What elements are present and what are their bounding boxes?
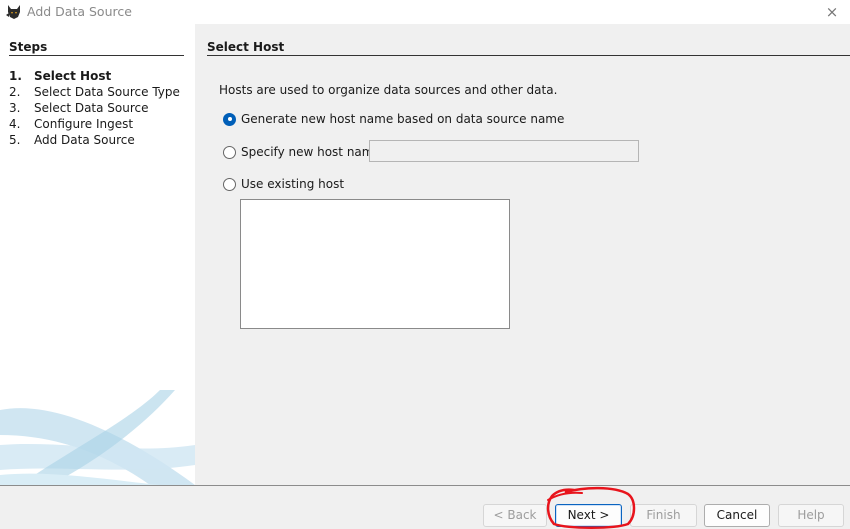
decorative-swoosh-graphic bbox=[0, 390, 195, 485]
help-button[interactable]: Help bbox=[778, 504, 844, 527]
use-existing-host-radio[interactable] bbox=[223, 177, 236, 191]
close-icon[interactable]: × bbox=[822, 2, 842, 22]
step-item-configure-ingest: 4. Configure Ingest bbox=[9, 117, 134, 131]
specify-host-name-radio[interactable] bbox=[223, 145, 236, 159]
finish-button[interactable]: Finish bbox=[630, 504, 697, 527]
panel-heading: Select Host bbox=[207, 40, 850, 56]
generate-host-name-option[interactable]: Generate new host name based on data sou… bbox=[223, 111, 564, 127]
specify-host-name-option[interactable]: Specify new host name bbox=[223, 144, 381, 160]
autopsy-dog-icon bbox=[6, 5, 20, 19]
host-name-input[interactable] bbox=[369, 140, 639, 162]
steps-heading: Steps bbox=[9, 40, 184, 56]
use-existing-host-option[interactable]: Use existing host bbox=[223, 176, 344, 192]
next-button[interactable]: Next > bbox=[555, 504, 622, 527]
steps-sidebar: Steps 1. Select Host 2. Select Data Source… bbox=[0, 24, 195, 485]
generate-host-name-radio[interactable] bbox=[223, 112, 236, 126]
back-button[interactable]: < Back bbox=[483, 504, 547, 527]
title-bar: Add Data Source × bbox=[0, 0, 850, 24]
panel-description: Hosts are used to organize data sources … bbox=[219, 83, 558, 97]
use-existing-host-label: Use existing host bbox=[241, 177, 345, 191]
steps-list: 1. Select Host 2. Select Data Source Type … bbox=[9, 68, 180, 148]
cancel-button[interactable]: Cancel bbox=[704, 504, 770, 527]
step-item-select-host: 1. Select Host bbox=[9, 69, 112, 83]
step-item-add-data-source: 5. Add Data Source bbox=[9, 133, 135, 147]
existing-host-list[interactable] bbox=[240, 199, 510, 329]
step-item-select-data-source-type: 2. Select Data Source Type bbox=[9, 85, 180, 99]
window-title: Add Data Source bbox=[27, 4, 132, 19]
step-item-select-data-source: 3. Select Data Source bbox=[9, 101, 149, 115]
select-host-panel: Select Host Hosts are used to organize d… bbox=[195, 24, 850, 485]
specify-host-name-label: Specify new host name bbox=[241, 145, 381, 159]
generate-host-name-label: Generate new host name based on data sou… bbox=[241, 112, 565, 126]
